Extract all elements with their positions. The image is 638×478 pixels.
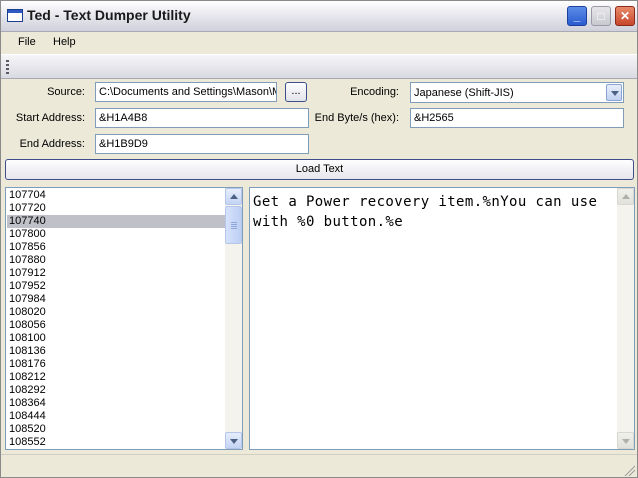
toolstrip [1,54,637,79]
browse-button[interactable]: ... [285,82,307,102]
load-text-button[interactable]: Load Text [5,159,634,180]
status-bar [1,454,637,477]
list-item[interactable]: 107912 [7,267,226,280]
end-bytes-field[interactable]: &H2565 [410,108,624,128]
text-content: Get a Power recovery item.%nYou can use … [253,194,607,230]
minimize-button[interactable]: _ [567,6,587,26]
window-title: Ted - Text Dumper Utility [27,7,191,23]
list-item[interactable]: 108444 [7,410,226,423]
list-item[interactable]: 107952 [7,280,226,293]
list-item[interactable]: 107984 [7,293,226,306]
list-item[interactable]: 107720 [7,202,226,215]
title-bar[interactable]: Ted - Text Dumper Utility _ □ ✕ [1,1,637,32]
scroll-thumb[interactable] [225,206,242,244]
scroll-down-icon[interactable] [617,432,634,449]
start-address-label: Start Address: [15,112,85,124]
menu-bar: File Help [1,32,637,53]
minimize-icon: _ [573,9,581,23]
list-item[interactable]: 108212 [7,371,226,384]
end-address-field[interactable]: &H1B9D9 [95,134,309,154]
toolstrip-grip-icon[interactable] [6,60,9,74]
end-bytes-label: End Byte/s (hex): [314,112,399,124]
main-window: Ted - Text Dumper Utility _ □ ✕ File Hel… [0,0,638,478]
source-label: Source: [47,86,85,98]
list-item[interactable]: 107800 [7,228,226,241]
app-window-icon [7,9,23,22]
list-item[interactable]: 108552 [7,436,226,449]
menu-file[interactable]: File [18,36,36,48]
list-item[interactable]: 108176 [7,358,226,371]
list-item[interactable]: 107740 [7,215,226,228]
encoding-selected-value: Japanese (Shift-JIS) [414,87,514,99]
list-item[interactable]: 108100 [7,332,226,345]
list-item[interactable]: 108292 [7,384,226,397]
close-button[interactable]: ✕ [615,6,635,26]
list-item[interactable]: 108056 [7,319,226,332]
offset-list-scrollbar[interactable] [225,188,242,449]
end-address-label: End Address: [19,138,85,150]
list-item[interactable]: 107880 [7,254,226,267]
encoding-label: Encoding: [350,86,399,98]
list-item[interactable]: 108520 [7,423,226,436]
maximize-icon: □ [597,9,605,23]
scroll-up-icon[interactable] [617,188,634,205]
offset-list-items: 107704 107720 107740 107800 107856 107880 1079… [7,189,226,449]
list-item[interactable]: 108136 [7,345,226,358]
scroll-down-icon[interactable] [225,432,242,449]
source-field[interactable]: C:\Documents and Settings\Mason\My Docum… [95,82,277,102]
scroll-up-icon[interactable] [225,188,242,205]
start-address-field[interactable]: &H1A4B8 [95,108,309,128]
resize-grip-icon[interactable] [623,464,635,476]
list-item[interactable]: 107704 [7,189,226,202]
offset-list[interactable]: 107704 107720 107740 107800 107856 107880 1079… [5,187,243,450]
close-icon: ✕ [619,9,631,23]
chevron-down-icon[interactable] [606,84,622,101]
text-view-scrollbar[interactable] [617,188,634,449]
list-item[interactable]: 107856 [7,241,226,254]
maximize-button[interactable]: □ [591,6,611,26]
list-item[interactable]: 108364 [7,397,226,410]
encoding-select[interactable]: Japanese (Shift-JIS) [410,82,624,103]
menu-help[interactable]: Help [53,36,76,48]
list-item[interactable]: 108020 [7,306,226,319]
text-view[interactable]: Get a Power recovery item.%nYou can use … [249,187,635,450]
